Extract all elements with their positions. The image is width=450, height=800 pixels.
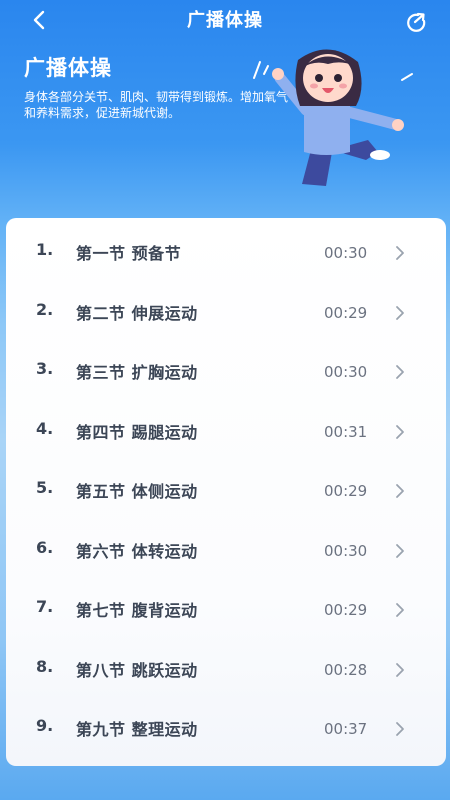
exercise-name: 第四节 踢腿运动 [76,422,198,442]
exercise-duration: 00:29 [324,601,368,619]
exercise-row[interactable]: 7. 第七节 腹背运动 00:29 [6,582,446,638]
exercise-name: 第九节 整理运动 [76,720,198,739]
exercise-index: 6. [36,537,54,557]
exercise-name: 第八节 跳跃运动 [76,660,198,680]
exercise-duration: 00:30 [324,363,368,381]
exercise-name: 第六节 体转运动 [76,541,198,561]
exercise-duration: 00:30 [324,541,368,560]
exercise-index: 4. [36,418,54,438]
girl-exercising-illustration [253,49,413,186]
exercise-duration: 00:30 [324,244,368,262]
exercise-row[interactable]: 5. 第五节 体侧运动 00:29 [6,463,446,519]
chevron-right-icon [396,662,404,677]
share-button[interactable] [404,10,430,36]
hero-title: 广播体操 [24,56,112,80]
top-bar: 广播体操 [0,0,450,40]
exercise-duration: 00:28 [324,660,368,679]
exercise-row[interactable]: 4. 第四节 踢腿运动 00:31 [6,404,446,460]
exercise-index: 7. [36,597,54,616]
nav-title: 广播体操 [187,10,263,31]
exercise-duration: 00:29 [324,482,368,500]
exercise-row[interactable]: 6. 第六节 体转运动 00:30 [6,523,446,579]
exercise-index: 2. [36,299,54,319]
chevron-right-icon [396,246,404,260]
chevron-right-icon [396,603,404,617]
exercise-row[interactable]: 9. 第九节 整理运动 00:37 [6,701,446,757]
exercise-index: 3. [36,359,54,378]
chevron-right-icon [396,722,404,736]
exercise-index: 9. [36,716,54,735]
share-icon [407,12,426,32]
exercise-name: 第二节 伸展运动 [76,303,198,323]
exercise-index: 8. [36,656,54,676]
exercise-row[interactable]: 3. 第三节 扩胸运动 00:30 [6,344,446,400]
chevron-right-icon [396,365,404,379]
exercise-row[interactable]: 1. 第一节 预备节 00:30 [6,225,446,281]
exercise-index: 5. [36,478,54,497]
chevron-right-icon [396,305,404,320]
exercise-name: 第三节 扩胸运动 [76,363,198,382]
exercise-duration: 00:31 [324,422,368,441]
chevron-right-icon [396,543,404,558]
exercise-duration: 00:37 [324,720,368,738]
chevron-right-icon [396,424,404,439]
exercise-index: 1. [36,240,54,259]
exercise-row[interactable]: 8. 第八节 跳跃运动 00:28 [6,642,446,698]
exercise-name: 第一节 预备节 [76,244,182,263]
exercise-duration: 00:29 [324,303,368,322]
exercise-name: 第七节 腹背运动 [76,601,198,620]
exercise-row[interactable]: 2. 第二节 伸展运动 00:29 [6,285,446,341]
exercise-name: 第五节 体侧运动 [76,482,198,501]
chevron-right-icon [396,484,404,498]
